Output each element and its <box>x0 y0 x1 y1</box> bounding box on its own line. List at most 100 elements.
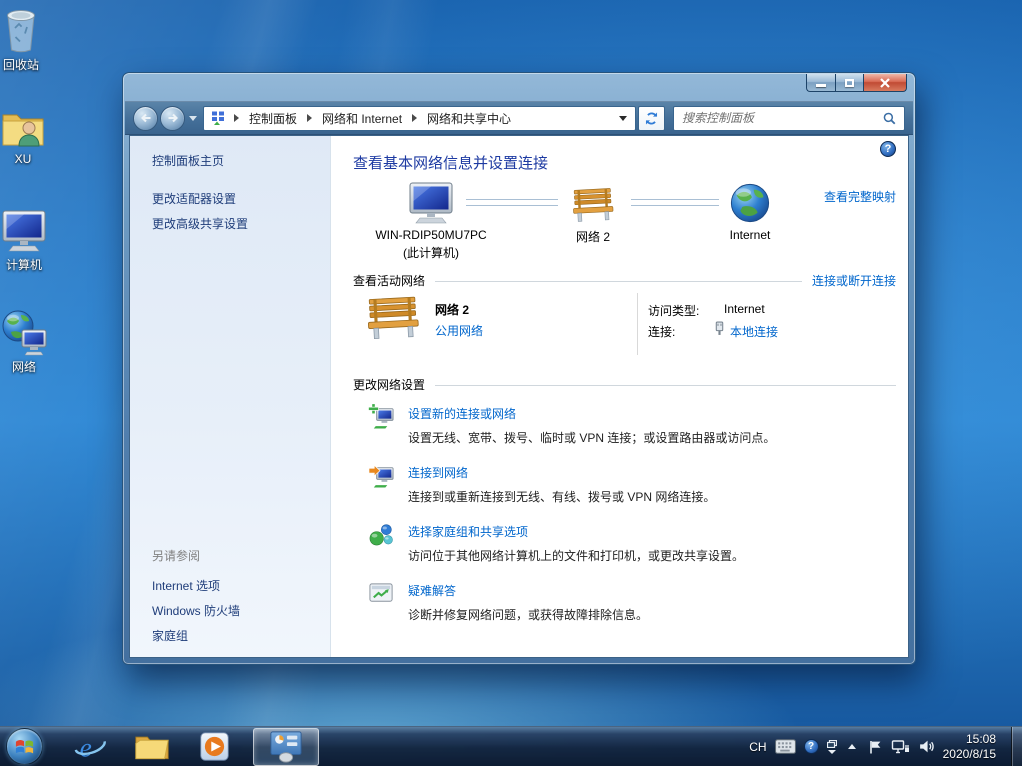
sidebar-item-change-adapter-settings[interactable]: 更改适配器设置 <box>152 190 236 207</box>
computer-icon <box>0 208 48 254</box>
page-title: 查看基本网络信息并设置连接 <box>353 152 548 173</box>
active-networks-header: 查看活动网络 <box>353 272 425 289</box>
desktop-icon-user-folder[interactable]: XU <box>0 106 46 166</box>
desktop: 回收站 XU 计算机 <box>0 0 1022 766</box>
maximize-icon <box>845 79 854 87</box>
map-connector <box>631 199 719 206</box>
map-network-icon[interactable] <box>570 186 616 227</box>
address-bar[interactable]: 控制面板 网络和 Internet 网络和共享中心 <box>203 106 636 131</box>
tray-date: 2020/8/15 <box>943 747 996 762</box>
start-button[interactable] <box>6 728 43 765</box>
network-type-link[interactable]: 公用网络 <box>435 322 483 339</box>
settings-header: 更改网络设置 <box>353 376 425 393</box>
sidebar-item-change-advanced-sharing[interactable]: 更改高级共享设置 <box>152 215 248 232</box>
user-folder-icon <box>0 106 46 150</box>
sidebar: 控制面板主页 更改适配器设置 更改高级共享设置 另请参阅 Internet 选项… <box>130 136 331 657</box>
see-full-map-link[interactable]: 查看完整映射 <box>824 188 896 205</box>
minimize-button[interactable] <box>806 74 835 92</box>
close-button[interactable] <box>864 74 907 92</box>
system-tray: CH ? <box>749 727 1022 766</box>
setting-title-link[interactable]: 设置新的连接或网络 <box>408 405 516 422</box>
new-connection-icon[interactable] <box>368 403 395 433</box>
chevron-down-icon <box>828 750 836 754</box>
network-center-icon <box>210 110 226 126</box>
sidebar-item-windows-firewall[interactable]: Windows 防火墙 <box>152 602 240 619</box>
map-computer-sublabel: (此计算机) <box>346 244 516 261</box>
setting-title-link[interactable]: 连接到网络 <box>408 464 468 481</box>
map-network-label: 网络 2 <box>533 228 653 245</box>
map-connector <box>466 199 558 206</box>
breadcrumb-item-network-internet[interactable]: 网络和 Internet <box>320 110 404 127</box>
desktop-icon-label: 回收站 <box>0 56 42 73</box>
search-button[interactable] <box>878 108 900 129</box>
settings-header-row: 更改网络设置 <box>353 376 896 393</box>
volume-icon[interactable] <box>918 739 935 754</box>
forward-button[interactable] <box>160 106 185 131</box>
action-center-flag-icon[interactable] <box>867 739 883 755</box>
sidebar-item-internet-options[interactable]: Internet 选项 <box>152 577 220 594</box>
refresh-button[interactable] <box>638 106 665 131</box>
sidebar-item-homegroup[interactable]: 家庭组 <box>152 627 188 644</box>
desktop-icon-network[interactable]: 网络 <box>0 308 48 375</box>
window-body: 控制面板主页 更改适配器设置 更改高级共享设置 另请参阅 Internet 选项… <box>129 135 909 658</box>
setting-item-homegroup: 选择家庭组和共享选项 访问位于其他网络计算机上的文件和打印机，或更改共享设置。 <box>353 518 896 574</box>
breadcrumb-caret-icon[interactable] <box>234 114 239 122</box>
troubleshoot-icon[interactable] <box>368 580 395 610</box>
map-internet-icon[interactable] <box>729 182 771 227</box>
tray-time: 15:08 <box>943 732 996 747</box>
language-indicator[interactable]: CH <box>749 740 766 754</box>
network-sharing-center-window: 控制面板 网络和 Internet 网络和共享中心 <box>122 72 916 665</box>
setting-title-link[interactable]: 疑难解答 <box>408 582 456 599</box>
network-icon <box>0 308 48 356</box>
keyboard-icon[interactable] <box>775 739 796 754</box>
folder-icon <box>134 731 170 763</box>
search-box <box>673 106 905 131</box>
desktop-icon-recycle-bin[interactable]: 回收站 <box>0 6 42 73</box>
maximize-button[interactable] <box>835 74 864 92</box>
map-computer-label: WIN-RDIP50MU7PC <box>346 228 516 242</box>
sidebar-item-control-panel-home[interactable]: 控制面板主页 <box>152 152 224 169</box>
show-desktop-button[interactable] <box>1011 727 1022 766</box>
breadcrumb-item-control-panel[interactable]: 控制面板 <box>247 110 299 127</box>
taskbar-item-explorer[interactable] <box>121 727 183 766</box>
connect-to-network-icon[interactable] <box>368 462 395 492</box>
homegroup-sharing-icon[interactable] <box>368 521 395 551</box>
active-network-panel: 网络 2 公用网络 访问类型: Internet 连接: 本地连接 <box>331 293 908 357</box>
breadcrumb-item-network-sharing-center[interactable]: 网络和共享中心 <box>425 110 513 127</box>
network-tray-icon[interactable] <box>891 739 910 755</box>
setting-description: 连接到或重新连接到无线、有线、拨号或 VPN 网络连接。 <box>408 488 715 505</box>
map-internet-label: Internet <box>690 228 810 242</box>
search-input[interactable] <box>682 111 878 125</box>
breadcrumb-caret-icon[interactable] <box>307 114 312 122</box>
help-icon[interactable]: ? <box>880 141 896 157</box>
internet-explorer-icon: e <box>73 730 107 764</box>
language-help-icon[interactable]: ? <box>804 739 819 754</box>
taskbar-item-media-player[interactable] <box>183 727 245 766</box>
svg-text:e: e <box>80 732 92 762</box>
language-bar-options[interactable] <box>827 740 837 754</box>
breadcrumb-caret-icon[interactable] <box>412 114 417 122</box>
tray-clock[interactable]: 15:08 2020/8/15 <box>943 732 998 762</box>
address-dropdown-icon[interactable] <box>619 116 627 121</box>
show-hidden-icons-button[interactable] <box>848 744 856 749</box>
setting-description: 设置无线、宽带、拨号、临时或 VPN 连接；或设置路由器或访问点。 <box>408 429 775 446</box>
local-connection-link[interactable]: 本地连接 <box>730 323 778 340</box>
access-type-value: Internet <box>724 302 765 316</box>
divider <box>637 293 638 355</box>
back-button[interactable] <box>133 106 158 131</box>
search-icon <box>882 111 897 126</box>
setting-title-link[interactable]: 选择家庭组和共享选项 <box>408 523 528 540</box>
map-computer-icon[interactable] <box>407 180 455 229</box>
connect-disconnect-link[interactable]: 连接或断开连接 <box>812 272 896 289</box>
desktop-icon-computer[interactable]: 计算机 <box>0 208 48 273</box>
setting-item-new-connection: 设置新的连接或网络 设置无线、宽带、拨号、临时或 VPN 连接；或设置路由器或访… <box>353 400 896 456</box>
setting-description: 访问位于其他网络计算机上的文件和打印机，或更改共享设置。 <box>408 547 744 564</box>
back-arrow-icon <box>138 110 154 126</box>
divider <box>435 385 896 386</box>
close-icon <box>879 78 891 88</box>
taskbar-item-internet-explorer[interactable]: e <box>59 727 121 766</box>
recent-pages-dropdown[interactable] <box>189 116 197 121</box>
taskbar-item-control-panel-active[interactable] <box>253 728 319 766</box>
active-network-icon[interactable] <box>364 295 422 344</box>
access-type-label: 访问类型: <box>648 302 699 319</box>
